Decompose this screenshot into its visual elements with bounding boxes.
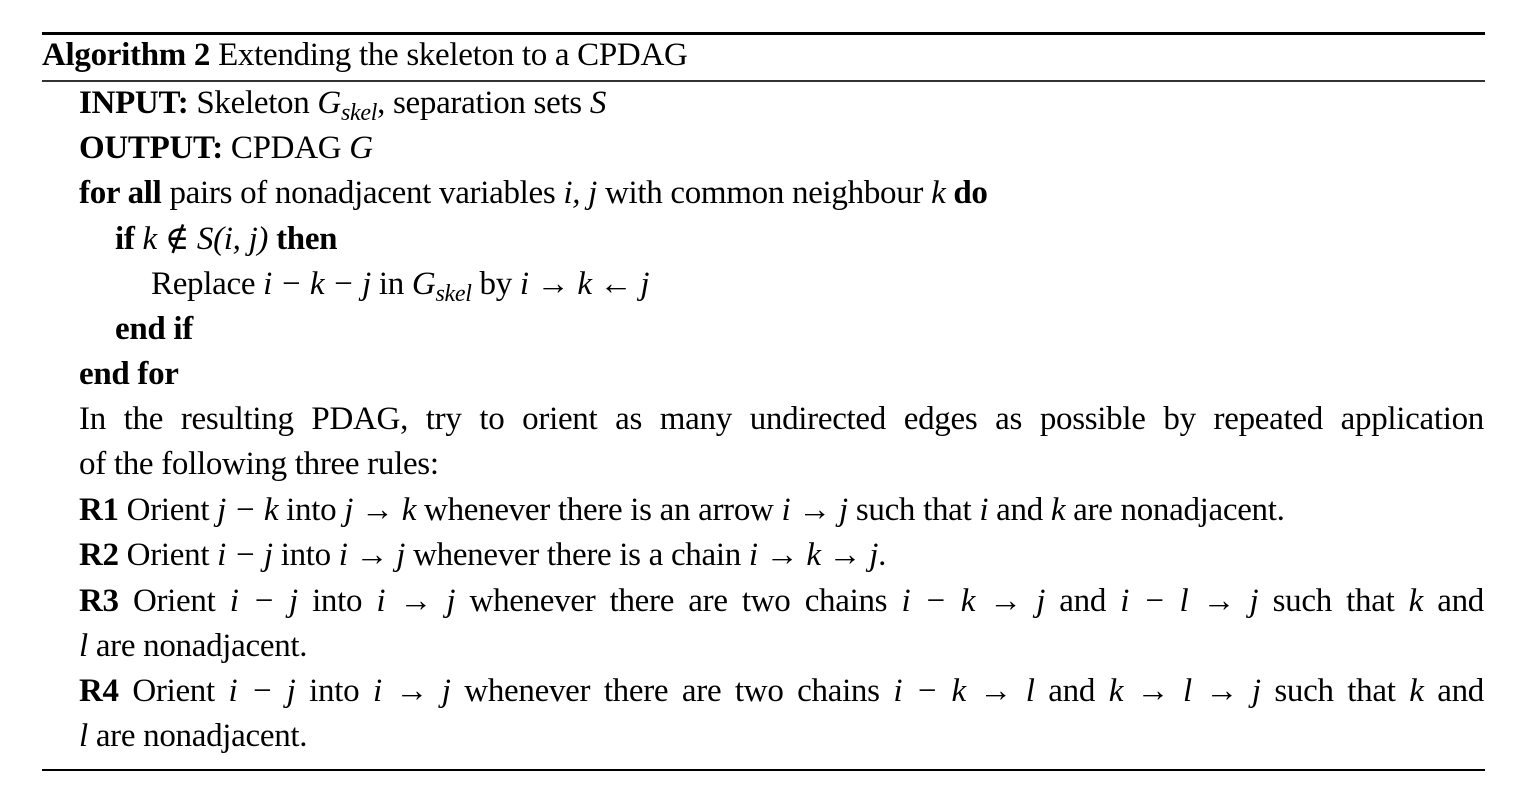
- rule-text: are nonadjacent.: [87, 628, 308, 664]
- graph-subscript: skel: [435, 281, 472, 307]
- math-expr: i − j: [229, 583, 298, 619]
- output-line: OUTPUT: CPDAG G: [79, 128, 373, 168]
- rule-text: are nonadjacent.: [1065, 492, 1285, 528]
- rule-r4-continuation: l are nonadjacent.: [79, 716, 308, 756]
- rule-r3-continuation: l are nonadjacent.: [79, 626, 308, 666]
- rule-text: and: [1423, 583, 1484, 619]
- rule-text: .: [878, 537, 887, 573]
- replace-text: by: [471, 266, 520, 302]
- rule-text: into: [297, 583, 377, 619]
- endif-line: end if: [115, 311, 193, 347]
- rule-text: Orient: [118, 492, 218, 528]
- math-expr: i → j: [781, 492, 849, 528]
- rule-label: R4: [79, 673, 119, 709]
- rule-text: such that: [1258, 583, 1409, 619]
- rule-label: R1: [79, 492, 119, 528]
- replace-line: Replace i − k − j in Gskel by i → k ← j: [151, 264, 650, 307]
- replace-text: in: [370, 266, 412, 302]
- math-expr: l: [79, 718, 88, 754]
- math-expr: i − l → j: [1120, 583, 1259, 619]
- then-keyword: then: [276, 221, 338, 257]
- math-var: k: [931, 175, 946, 211]
- input-text: , separation sets: [377, 85, 590, 121]
- math-expr: i → j: [338, 537, 406, 573]
- rule-text: into: [295, 673, 373, 709]
- algorithm-title: Extending the skeleton to a CPDAG: [218, 37, 688, 73]
- rule-text: Orient: [118, 537, 218, 573]
- graph-symbol: G: [411, 266, 436, 302]
- for-keyword: for all: [79, 175, 162, 211]
- rule-text: and: [1423, 673, 1484, 709]
- math-expr: i: [979, 492, 989, 528]
- sepset-symbol: S: [589, 85, 607, 121]
- input-keyword: INPUT:: [79, 85, 189, 121]
- math-expr: i − k − j: [263, 266, 371, 302]
- math-expr: k → l → j: [1108, 673, 1261, 709]
- math-expr: i → k ← j: [519, 266, 650, 302]
- rule-text: whenever there is a chain: [405, 537, 749, 573]
- input-text: Skeleton: [196, 85, 318, 121]
- math-expr: j → k: [344, 492, 417, 528]
- math-args: (i, j): [213, 221, 269, 257]
- rule-text: whenever there are two chains: [450, 673, 894, 709]
- rule-text: into: [272, 537, 339, 573]
- rule-text: and: [1034, 673, 1109, 709]
- if-line: if k ∉ S(i, j) then: [115, 219, 338, 259]
- rule-text: and: [988, 492, 1051, 528]
- output-text: CPDAG: [230, 130, 350, 166]
- rule-text: such that: [1260, 673, 1410, 709]
- algorithm-label: Algorithm 2: [42, 37, 211, 73]
- math-expr: j − k: [217, 492, 279, 528]
- rule-r3: R3 Orient i − j into i → j whenever ther…: [79, 581, 1484, 621]
- endfor-line: end for: [79, 356, 179, 392]
- output-keyword: OUTPUT:: [79, 130, 223, 166]
- for-text: pairs of nonadjacent variables: [161, 175, 564, 211]
- sepset-symbol: S: [196, 221, 214, 257]
- rule-r4: R4 Orient i − j into i → j whenever ther…: [79, 671, 1484, 711]
- rule-text: into: [278, 492, 345, 528]
- for-text: with common neighbour: [597, 175, 932, 211]
- math-expr: l: [79, 628, 88, 664]
- replace-text: Replace: [151, 266, 264, 302]
- math-expr: i → j: [372, 673, 451, 709]
- for-line: for all pairs of nonadjacent variables i…: [79, 173, 988, 213]
- if-keyword: if: [115, 221, 135, 257]
- rule-text: and: [1045, 583, 1121, 619]
- rule-label: R2: [79, 537, 119, 573]
- rule-text: Orient: [118, 673, 229, 709]
- math-var: k: [142, 221, 158, 257]
- math-expr: i − j: [217, 537, 273, 573]
- math-expr: i → j: [376, 583, 456, 619]
- graph-symbol: G: [349, 130, 373, 166]
- rule-text: Orient: [118, 583, 230, 619]
- rule-text: whenever there are two chains: [455, 583, 902, 619]
- graph-symbol: G: [317, 85, 341, 121]
- caption-rule: [42, 80, 1485, 82]
- rule-text: are nonadjacent.: [87, 718, 308, 754]
- algorithm-caption: Algorithm 2 Extending the skeleton to a …: [42, 35, 688, 75]
- rule-r2: R2 Orient i − j into i → j whenever ther…: [79, 535, 886, 575]
- paragraph-line: of the following three rules:: [79, 446, 439, 482]
- math-expr: k: [1050, 492, 1066, 528]
- paragraph-line: In the resulting PDAG, try to orient as …: [79, 401, 1484, 437]
- math-expr: i − k → l: [893, 673, 1035, 709]
- do-keyword: do: [953, 175, 988, 211]
- rule-r1: R1 Orient j − k into j → k whenever ther…: [79, 490, 1285, 530]
- math-vars: i, j: [563, 175, 597, 211]
- rule-label: R3: [79, 583, 119, 619]
- math-expr: i − j: [228, 673, 296, 709]
- math-expr: k: [1408, 583, 1424, 619]
- input-line: INPUT: Skeleton Gskel, separation sets S: [79, 83, 607, 126]
- rule-text: such that: [847, 492, 980, 528]
- math-expr: k: [1409, 673, 1424, 709]
- graph-subscript: skel: [340, 100, 378, 126]
- math-expr: i − k → j: [901, 583, 1046, 619]
- math-expr: i → k → j: [748, 537, 879, 573]
- bottom-rule: [42, 769, 1485, 771]
- math-operator: ∉: [156, 221, 197, 257]
- rule-text: whenever there is an arrow: [416, 492, 782, 528]
